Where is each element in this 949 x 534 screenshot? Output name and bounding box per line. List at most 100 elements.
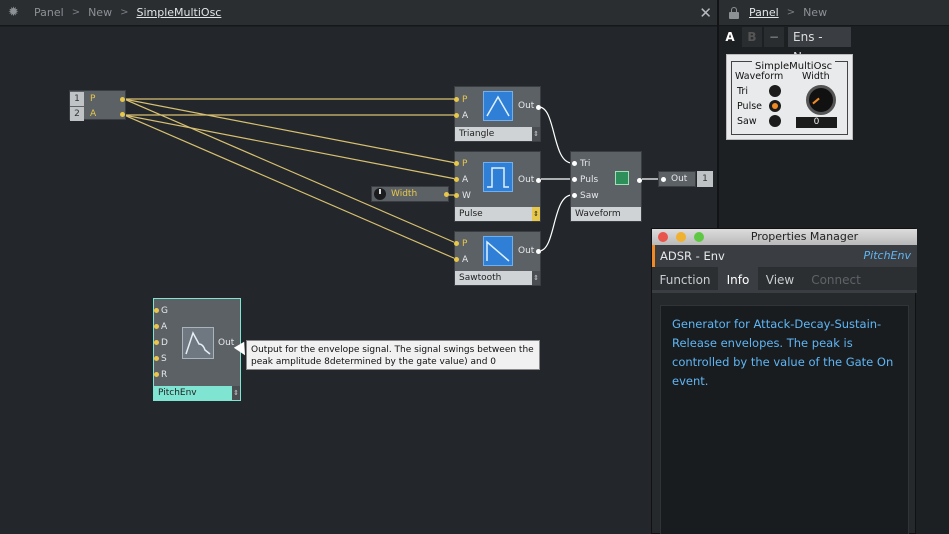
input-port-p[interactable] [454,97,459,102]
out-label: Out [218,338,235,348]
pulse-module[interactable]: P A W Out Pulse ⇕ [454,151,541,222]
tab-info[interactable]: Info [718,267,758,293]
triangle-module[interactable]: P A Out Triangle ⇕ [454,86,541,142]
structure-canvas[interactable]: 1 P 2 A P A Out Triangle ⇕ P A W Out Pul… [0,27,717,534]
input-port-p[interactable] [454,161,459,166]
tab-a[interactable]: A [720,27,740,47]
breadcrumb-new[interactable]: New [88,6,112,19]
out-channel: 1 [697,171,713,187]
waveform-switch-module[interactable]: Tri Puls Saw Waveform [570,151,642,222]
pitchenv-module[interactable]: G A D S R Out PitchEnv ⇕ [153,298,241,401]
port-label: A [161,322,168,332]
breadcrumb-separator-icon: > [786,7,796,18]
output-port-a[interactable] [120,112,125,117]
waveform-label: Waveform [735,71,784,82]
properties-title-bar[interactable]: Properties Manager [652,229,917,245]
tab-minus[interactable]: − [764,27,784,47]
option-tri-label: Tri [737,86,748,97]
editor-topbar: ✹ Panel > New > SimpleMultiOsc ✕ [0,0,718,26]
input-module[interactable]: 1 P 2 A [69,90,126,121]
out-label: Out [518,246,535,256]
tab-b[interactable]: B [742,27,762,47]
tab-function[interactable]: Function [652,267,718,293]
panel-topbar: Panel > New [719,0,949,26]
input-port-a[interactable] [454,113,459,118]
option-saw-label: Saw [737,116,757,127]
module-footer: Waveform [571,207,641,221]
out-module[interactable]: Out 1 [658,171,714,187]
input-port-a[interactable] [454,257,459,262]
output-port[interactable] [637,178,642,183]
output-port[interactable] [444,192,449,197]
port-label: G [161,306,168,316]
module-name: Pulse [459,209,483,219]
info-text: Generator for Attack-Decay-Sustain-Relea… [672,317,894,388]
input-row-p[interactable]: 1 P [70,92,125,106]
module-menu-icon[interactable]: ⇕ [232,386,240,400]
breadcrumb-simplemultiosc[interactable]: SimpleMultiOsc [136,6,221,19]
port-label: S [161,354,167,364]
radio-pulse[interactable] [769,100,781,112]
input-port[interactable] [661,177,666,182]
minimize-window-icon[interactable] [676,232,686,242]
info-panel: Generator for Attack-Decay-Sustain-Relea… [660,305,909,534]
input-port-puls[interactable] [572,177,577,182]
breadcrumb-separator-icon: > [71,7,81,18]
port-label: A [462,255,469,265]
radio-saw[interactable] [769,115,781,127]
input-name: P [90,94,96,104]
input-port-saw[interactable] [572,193,577,198]
maximize-window-icon[interactable] [694,232,704,242]
module-name: Triangle [459,129,495,139]
instrument-panel: SimpleMultiOsc Waveform Width Tri Pulse … [726,54,853,140]
input-port-d[interactable] [154,340,159,345]
module-footer: Pulse ⇕ [455,207,540,221]
width-knob[interactable] [806,85,836,115]
lock-icon[interactable] [729,6,739,19]
port-label: D [161,338,168,348]
width-label: Width [802,71,830,82]
input-port-a[interactable] [454,177,459,182]
close-window-icon[interactable] [658,232,668,242]
input-port-g[interactable] [154,308,159,313]
input-row-a[interactable]: 2 A [70,107,125,121]
tab-view[interactable]: View [758,267,802,293]
input-port-r[interactable] [154,372,159,377]
module-name: Sawtooth [459,273,502,283]
breadcrumb-panel[interactable]: Panel [34,6,64,19]
module-menu-icon[interactable]: ⇕ [532,127,540,141]
input-port-s[interactable] [154,356,159,361]
port-tooltip: Output for the envelope signal. The sign… [246,340,540,370]
input-port-p[interactable] [454,241,459,246]
module-menu-icon[interactable]: ⇕ [532,271,540,285]
switch-icon [615,171,629,185]
output-port[interactable] [536,178,541,183]
properties-manager: Properties Manager ADSR - Env PitchEnv F… [651,228,917,534]
sawtooth-module[interactable]: P A Out Sawtooth ⇕ [454,231,541,286]
port-label: P [462,95,468,105]
module-footer: PitchEnv ⇕ [154,386,240,400]
instrument-frame: SimpleMultiOsc Waveform Width Tri Pulse … [731,61,848,135]
input-port-w[interactable] [454,193,459,198]
output-port[interactable] [536,105,541,110]
input-port-a[interactable] [154,324,159,329]
input-port-tri[interactable] [572,161,577,166]
port-label: A [462,175,469,185]
width-knob-control[interactable]: Width [371,186,449,202]
width-value[interactable]: 0 [796,117,837,128]
module-menu-icon[interactable]: ⇕ [532,207,540,221]
triangle-wave-icon [483,91,513,121]
gear-icon[interactable]: ✹ [8,5,22,20]
envelope-icon [182,327,214,359]
panel-breadcrumb-new[interactable]: New [803,6,827,19]
close-icon[interactable]: ✕ [699,4,712,22]
knob-icon[interactable] [374,188,386,200]
input-number: 1 [70,92,84,106]
ensemble-name[interactable]: Ens - New [788,27,851,64]
output-port-p[interactable] [120,97,125,102]
port-label: W [462,191,471,201]
panel-breadcrumb-panel[interactable]: Panel [749,6,779,19]
radio-tri[interactable] [769,85,781,97]
output-port[interactable] [536,249,541,254]
module-footer: Triangle ⇕ [455,127,540,141]
